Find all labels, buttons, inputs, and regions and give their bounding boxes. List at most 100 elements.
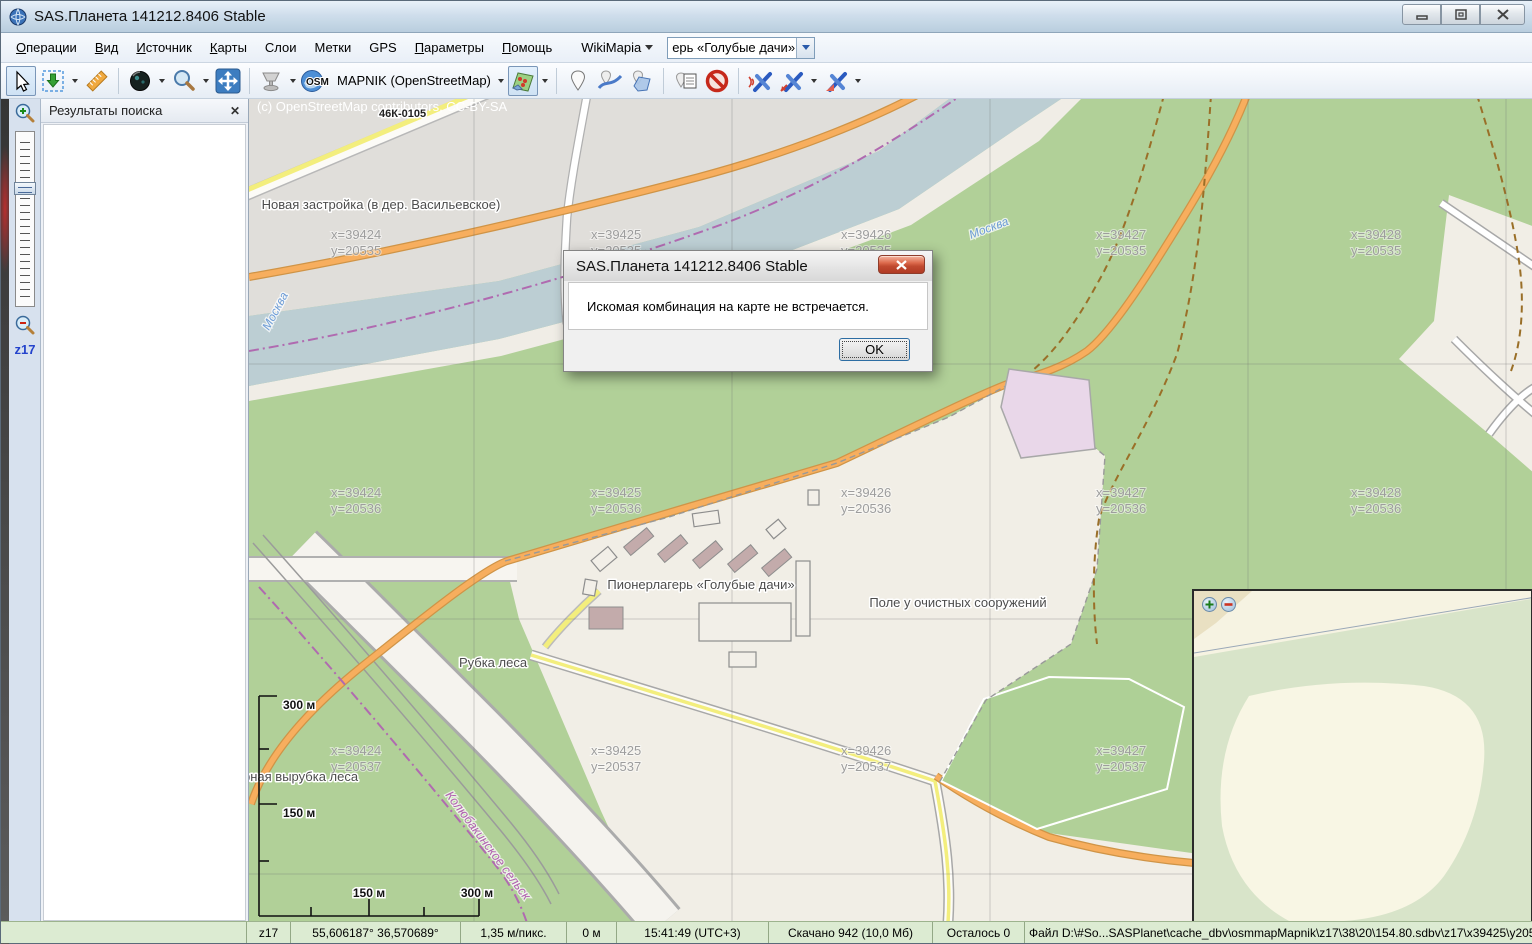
status-remaining: Осталось 0 [933,922,1025,943]
chevron-down-icon[interactable] [203,79,209,83]
layers-map-icon [510,68,536,94]
svg-text:x=39424: x=39424 [331,743,381,758]
svg-text:y=20535: y=20535 [331,243,381,258]
toolbar-separator [556,68,557,94]
search-results-list[interactable] [43,124,246,921]
zoom-sidebar: z17 [9,99,41,923]
osm-map-selector[interactable]: OSM MAPNIK (OpenStreetMap) [300,66,494,96]
menu-maps[interactable]: Карты [201,36,256,59]
minimap-canvas [1194,591,1531,921]
search-input[interactable]: ерь «Голубые дачи» [668,40,796,55]
osm-text-badge: OSM [304,73,334,89]
svg-text:OSM: OSM [306,77,329,88]
status-time: 15:41:49 (UTC+3) [617,922,769,943]
svg-text:x=39428: x=39428 [1351,485,1401,500]
scale-label: 150 м [283,806,315,820]
toolbar-separator [663,68,664,94]
chevron-down-icon[interactable] [290,79,296,83]
scale-label: 300 м [283,698,315,712]
search-dropdown-button[interactable] [796,38,814,58]
placemark-list-icon [672,69,698,93]
menu-operations[interactable]: Операции [7,36,86,59]
menu-settings[interactable]: Параметры [406,36,493,59]
search-icon [171,68,197,94]
zoom-slider-thumb[interactable] [14,182,36,195]
ok-button[interactable]: OK [839,338,910,361]
menu-placemarks[interactable]: Метки [306,36,361,59]
globe-dark-icon [128,69,152,93]
svg-text:x=39425: x=39425 [591,743,641,758]
scale-label: 150 м [353,886,385,900]
menu-help[interactable]: Помощь [493,36,561,59]
zoom-out-button[interactable] [13,314,37,338]
dialog-close-button[interactable] [878,255,925,274]
cursor-tool-button[interactable] [6,66,36,96]
maximize-button[interactable] [1441,4,1480,25]
hide-placemarks-button[interactable] [702,66,732,96]
menu-bar: Операции Вид Источник Карты Слои Метки G… [1,33,1532,63]
fullscreen-button[interactable] [213,66,243,96]
chevron-down-icon[interactable] [811,79,817,83]
panel-title: Результаты поиска [49,103,162,118]
gps-position-button[interactable] [821,66,851,96]
gps-connect-button[interactable] [745,66,775,96]
minimap-zoom-in-button[interactable] [1202,597,1217,612]
svg-text:y=20535: y=20535 [1351,243,1401,258]
map-label-rubka: Рубка леса [459,655,528,670]
map-label-pioneer: Пионерлагерь «Голубые дачи» [607,577,794,592]
svg-text:y=20537: y=20537 [331,759,381,774]
close-button[interactable] [1480,4,1525,25]
minimize-icon [1416,10,1428,20]
menu-source[interactable]: Источник [127,36,201,59]
selection-download-button[interactable] [38,66,68,96]
add-placemark-button[interactable] [563,66,593,96]
svg-text:x=39428: x=39428 [1351,227,1401,242]
zoom-slider[interactable] [15,131,35,307]
chevron-down-icon[interactable] [498,79,504,83]
chevron-down-icon[interactable] [159,79,165,83]
toolbar-separator [738,68,739,94]
placemark-manager-button[interactable] [670,66,700,96]
add-polygon-button[interactable] [627,66,657,96]
status-coordinates: 55,606187° 36,570689° [291,922,461,943]
ruler-tool-button[interactable] [82,66,112,96]
svg-text:x=39426: x=39426 [841,743,891,758]
svg-text:x=39425: x=39425 [591,227,641,242]
title-bar: SAS.Планета 141212.8406 Stable [1,1,1532,33]
svg-text:y=20536: y=20536 [841,501,891,516]
add-path-button[interactable] [595,66,625,96]
menu-gps[interactable]: GPS [360,36,405,59]
zoom-slider-ticks [20,136,30,302]
selection-download-icon [41,69,65,93]
road-ref-label: 46К-0105 [379,108,426,120]
scale-label: 300 м [461,886,493,900]
minus-icon [1224,600,1233,609]
svg-text:y=20536: y=20536 [331,501,381,516]
gps-track-button[interactable] [777,66,807,96]
chevron-down-icon [802,45,810,50]
search-combobox[interactable]: ерь «Голубые дачи» [667,37,815,59]
menu-layers[interactable]: Слои [256,36,306,59]
search-tool-button[interactable] [169,66,199,96]
minimap-panel[interactable] [1192,589,1532,923]
dialog-message-area: Искомая комбинация на карте не встречает… [568,282,928,330]
zoom-in-button[interactable] [13,102,37,126]
chevron-down-icon[interactable] [542,79,548,83]
zoom-level-label: z17 [9,342,41,357]
dialog-title-bar[interactable]: SAS.Планета 141212.8406 Stable [564,251,932,281]
toolbar: OSM MAPNIK (OpenStreetMap) [1,63,1532,99]
status-bar: z17 55,606187° 36,570689° 1,35 м/пикс. 0… [1,921,1532,943]
cache-mode-button[interactable] [256,66,286,96]
status-blank [1,922,247,943]
minimap-zoom-out-button[interactable] [1221,597,1236,612]
wikimapia-menu[interactable]: WikiMapia [575,36,659,59]
menu-view[interactable]: Вид [86,36,128,59]
minimize-button[interactable] [1402,4,1441,25]
status-elevation: 0 м [567,922,617,943]
chevron-down-icon[interactable] [72,79,78,83]
layers-selector-button[interactable] [508,66,538,96]
gps-track-icon [779,68,805,94]
globe-tool-button[interactable] [125,66,155,96]
panel-close-icon[interactable]: ✕ [230,105,240,117]
chevron-down-icon[interactable] [855,79,861,83]
